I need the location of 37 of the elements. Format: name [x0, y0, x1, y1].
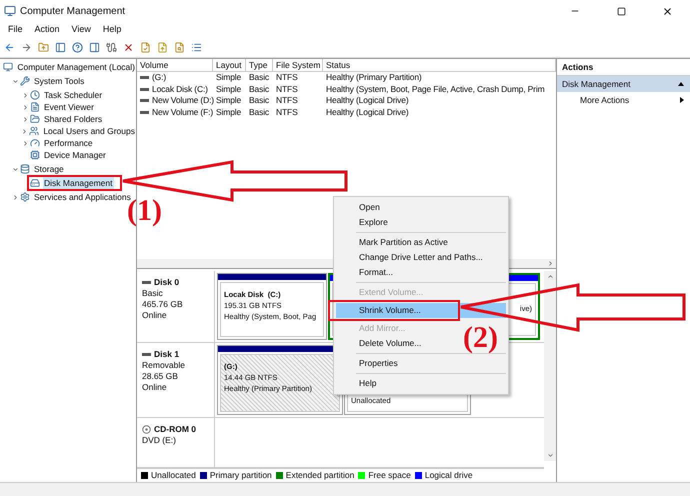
table-cell: NTFS	[276, 94, 298, 108]
legend-label: Unallocated	[151, 469, 196, 482]
disk-info: DVD (E:)	[142, 435, 177, 446]
disk-info: 465.76 GB	[142, 299, 184, 310]
legend-label: Primary partition	[210, 469, 272, 482]
table-cell: Basic	[249, 82, 270, 96]
legend-label: Logical drive	[424, 469, 473, 482]
disk-name: CD-ROM 0	[154, 424, 196, 435]
table-cell: New Volume (F:)	[152, 106, 214, 119]
table-cell: Basic	[249, 106, 270, 119]
legend-label: Free space	[368, 469, 411, 482]
table-cell: Healthy (Primary Partition)	[326, 71, 422, 84]
table-cell: Basic	[249, 94, 270, 108]
disk-info: 28.65 GB	[142, 371, 179, 382]
disk-info: Removable	[142, 360, 186, 371]
legend-label: Extended partition	[286, 469, 354, 482]
table-cell: New Volume (D:)	[152, 94, 214, 108]
window-title: Computer Management	[20, 4, 126, 18]
table-cell: Simple	[216, 71, 242, 84]
table-cell: Healthy (Logical Drive)	[326, 94, 409, 108]
table-cell: Basic	[249, 71, 270, 84]
disk-info: Online	[142, 310, 168, 321]
disk-info: Basic	[142, 288, 164, 299]
table-cell: NTFS	[276, 106, 298, 119]
annotation-label: (2)	[463, 323, 498, 353]
table-cell: (G:)	[152, 71, 166, 84]
table-cell: Healthy (System, Boot, Page File, Active, Crash Dump, Prim	[326, 82, 545, 96]
disk-info: Online	[142, 382, 168, 393]
table-cell: Simple	[216, 82, 242, 96]
table-cell: Healthy (Logical Drive)	[326, 106, 409, 119]
disk-name: Disk 1	[154, 349, 180, 360]
table-cell: NTFS	[276, 82, 298, 96]
table-cell: Locak Disk (C:)	[152, 82, 208, 96]
table-cell: NTFS	[276, 71, 298, 84]
disk-name: Disk 0	[154, 277, 180, 288]
table-cell: Simple	[216, 94, 242, 108]
table-cell: Simple	[216, 106, 242, 119]
